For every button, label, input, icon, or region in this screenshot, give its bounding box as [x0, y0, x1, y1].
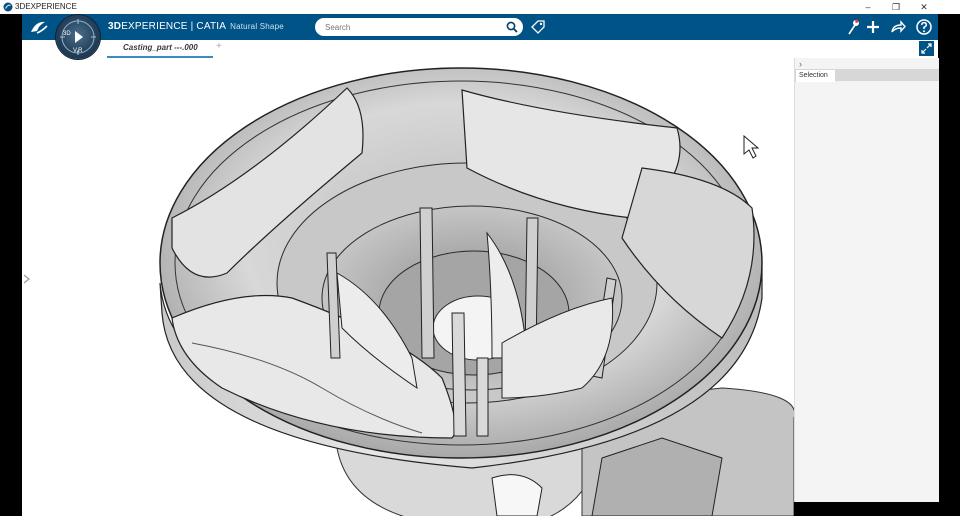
search-box[interactable]: [315, 18, 523, 36]
tab-label: Casting_part ---.000: [123, 43, 198, 52]
help-icon[interactable]: [915, 18, 933, 36]
minimize-button[interactable]: –: [854, 0, 882, 14]
panel-collapse-chevron-icon[interactable]: ›: [799, 59, 802, 69]
compass-widget[interactable]: 3D V,R: [56, 15, 100, 59]
left-letterbox: [0, 14, 22, 516]
product-brand: 3DEXPERIENCE | CATIA Natural Shape: [108, 21, 284, 32]
add-icon[interactable]: [864, 18, 882, 36]
search-input[interactable]: [325, 21, 495, 33]
close-button[interactable]: ✕: [910, 0, 938, 14]
window-title: 3DEXPERIENCE: [15, 2, 77, 11]
right-letterbox: [938, 14, 960, 516]
selection-panel: › Selection: [794, 58, 939, 502]
share-icon[interactable]: [889, 18, 907, 36]
fullscreen-icon[interactable]: [919, 41, 934, 56]
tag-icon[interactable]: [530, 19, 546, 35]
user-icon[interactable]: [844, 18, 862, 36]
restore-button[interactable]: ❐: [882, 0, 910, 14]
top-bar: 3D V,R 3DEXPERIENCE | CATIA Natural Shape: [22, 14, 938, 59]
add-tab-button[interactable]: +: [216, 41, 222, 52]
search-icon[interactable]: [506, 21, 518, 33]
app-window: 3DEXPERIENCE – ❐ ✕ 3D V,R 3DEXPERIENCE |…: [0, 0, 960, 516]
brand-sub: Natural Shape: [230, 22, 284, 31]
compass-icon: 3D V,R: [60, 19, 96, 55]
brand-main: EXPERIENCE | CATIA: [121, 21, 227, 32]
brand-bold: 3D: [108, 21, 122, 32]
3d-viewport[interactable]: [22, 58, 794, 516]
app-icon: [3, 2, 13, 12]
tab-selection[interactable]: Selection: [795, 69, 837, 82]
casting-part-model[interactable]: [22, 58, 794, 516]
ds-logo-icon[interactable]: [28, 17, 50, 37]
tab-strip: Casting_part ---.000 +: [22, 40, 938, 58]
compass-top-label: 3D: [63, 31, 71, 37]
panel-tab-bar: [835, 69, 939, 81]
window-titlebar: 3DEXPERIENCE – ❐ ✕: [0, 0, 960, 15]
expand-left-panel-icon[interactable]: [23, 274, 31, 284]
tab-casting-part[interactable]: Casting_part ---.000: [107, 40, 213, 58]
mouse-cursor-icon: [743, 134, 760, 159]
compass-bottom-label: V,R: [73, 48, 83, 54]
